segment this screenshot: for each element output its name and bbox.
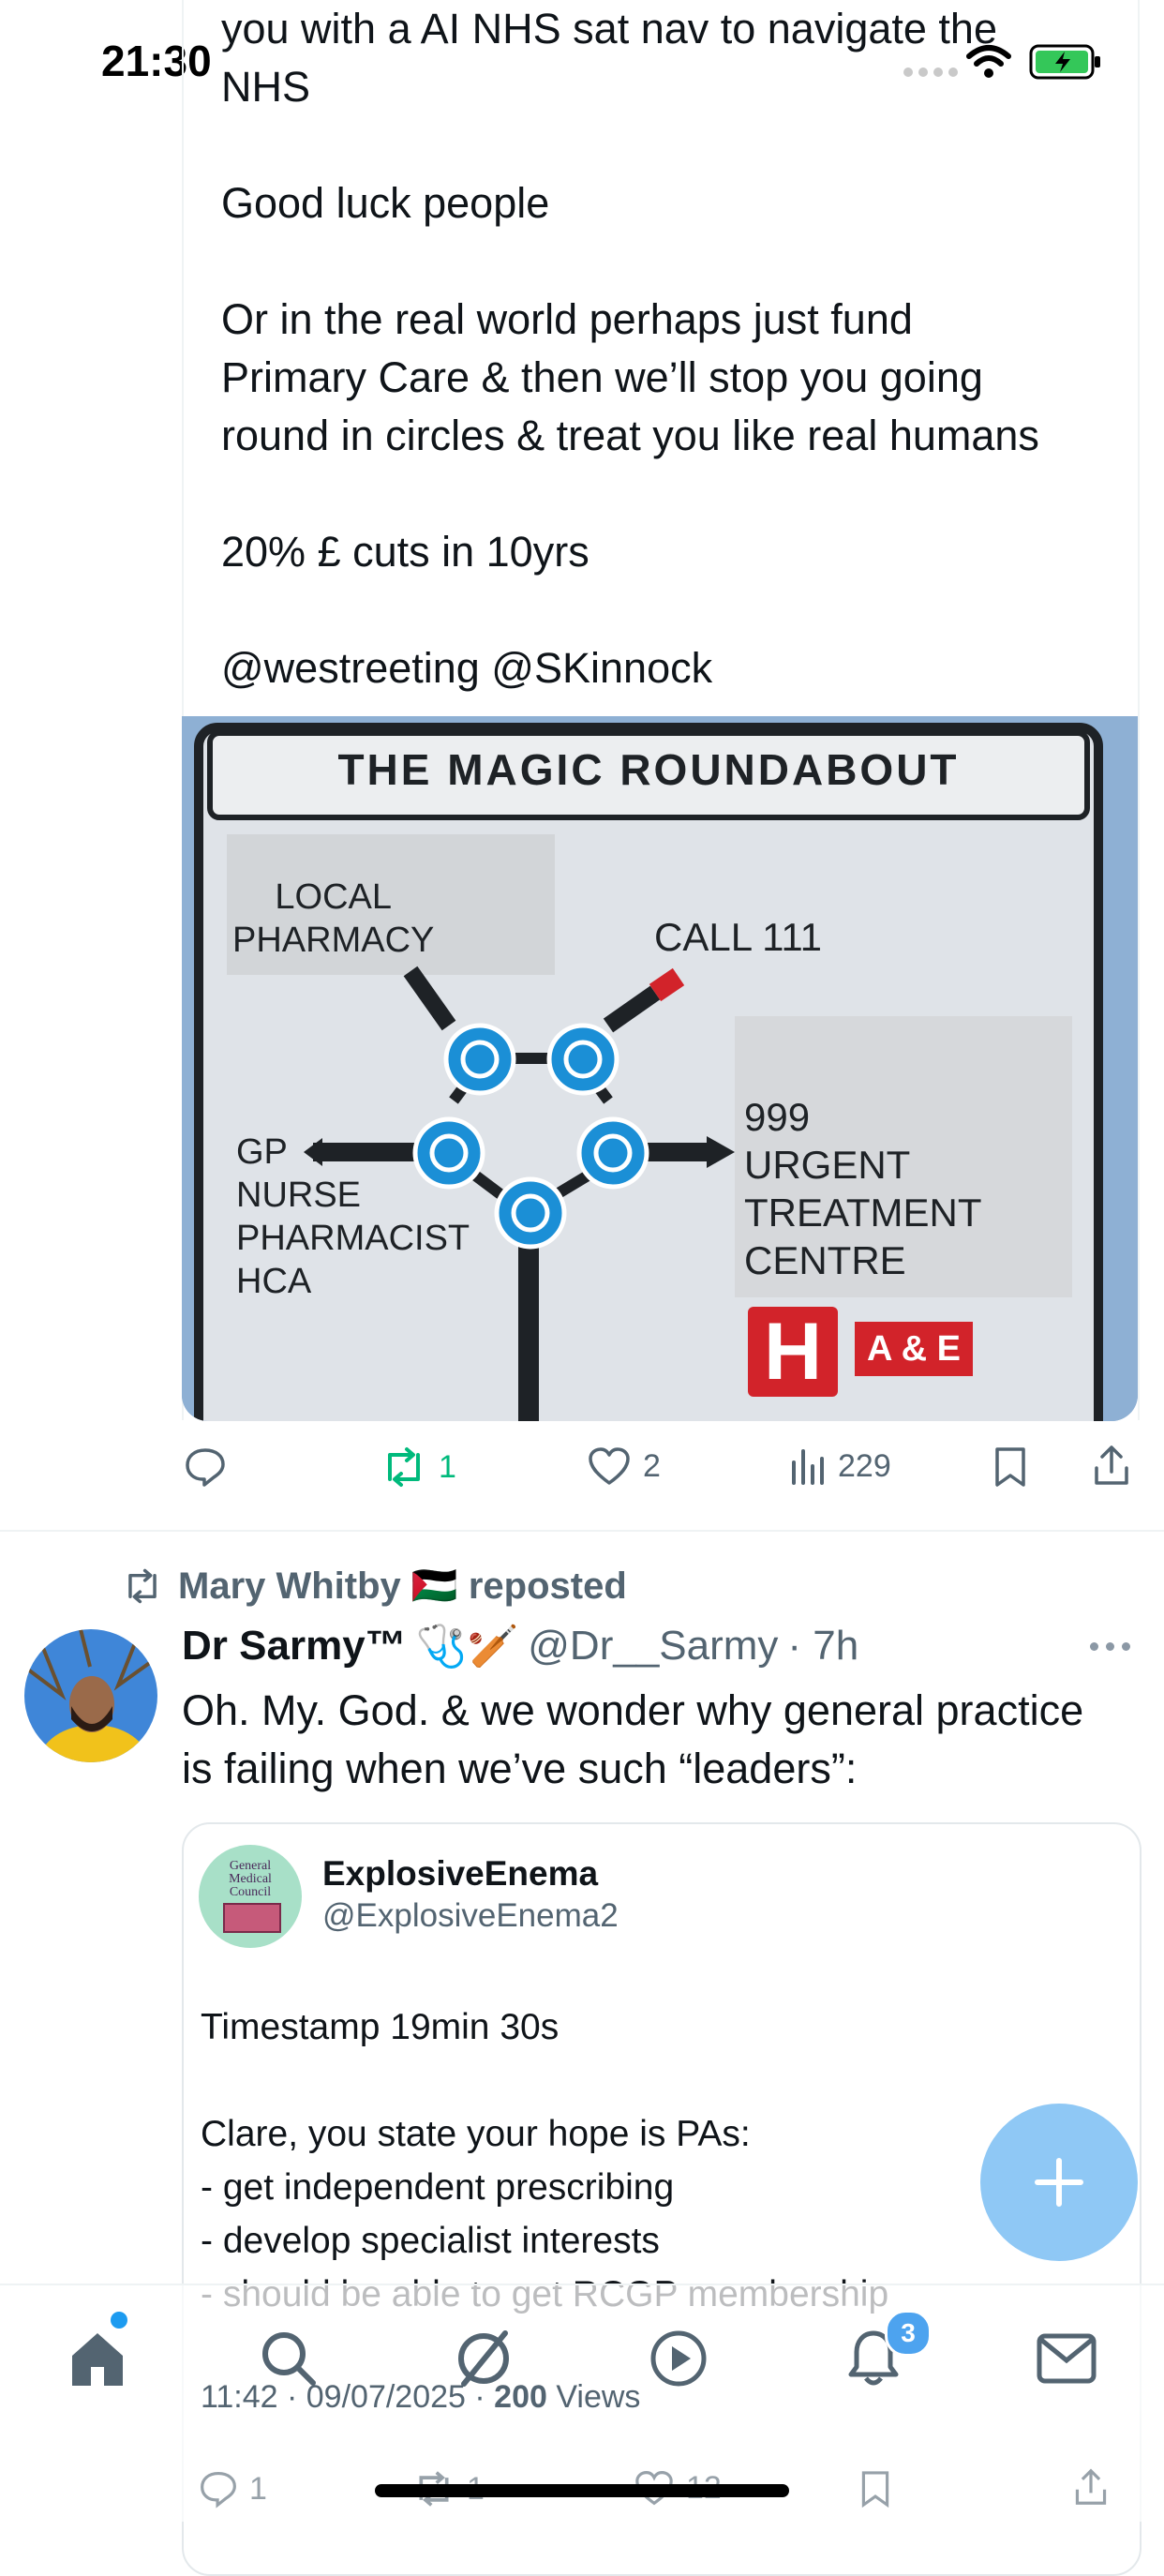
tweet-author-line[interactable]: Dr Sarmy™ 🩺🏏 @Dr__Sarmy · 7h — [182, 1622, 858, 1670]
quoted-author-name: ExplosiveEnema — [322, 1854, 599, 1893]
nav-messages[interactable] — [1031, 2323, 1102, 2394]
sign-title: THE MAGIC ROUNDABOUT — [337, 745, 960, 794]
sign-label-call-111: CALL 111 — [654, 915, 823, 959]
quoted-reply-count: 1 — [249, 2470, 267, 2507]
reposted-by-line[interactable]: Mary Whitby 🇵🇸 reposted — [120, 1564, 627, 1608]
author-name[interactable]: Dr Sarmy™ — [182, 1623, 407, 1670]
tweet-divider — [0, 1530, 1164, 1532]
quoted-author-handle: @ExplosiveEnema2 — [322, 1897, 619, 1934]
quoted-bookmark-button[interactable] — [858, 2469, 892, 2509]
nav-search[interactable] — [253, 2323, 324, 2394]
quoted-tweet-views-label: Views — [546, 2379, 641, 2415]
quoted-reply-button[interactable]: 1 — [199, 2469, 267, 2509]
more-options-icon[interactable] — [1090, 1642, 1130, 1651]
reposted-by-text: Mary Whitby 🇵🇸 reposted — [178, 1565, 627, 1607]
home-icon — [72, 2333, 123, 2386]
like-button[interactable]: 2 — [587, 1445, 661, 1487]
sign-hospital-letter: H — [763, 1306, 823, 1397]
compose-post-button[interactable] — [980, 2104, 1138, 2261]
bookmark-button[interactable] — [992, 1445, 1029, 1489]
quoted-avatar-logo-text: General Medical Council — [229, 1859, 272, 1899]
notification-badge: 3 — [885, 2310, 932, 2357]
quoted-share-button[interactable] — [1072, 2467, 1110, 2507]
repost-icon — [388, 1447, 420, 1487]
quoted-tweet-text: Timestamp 19min 30s Clare, you state you… — [201, 2007, 888, 2314]
share-icon — [1095, 1445, 1128, 1485]
search-icon — [262, 2332, 316, 2386]
sign-label-urgent-care: 999 URGENT TREATMENT CENTRE — [744, 1095, 982, 1282]
tweet-body-text: you with a AI NHS sat nav to navigate th… — [221, 5, 1039, 692]
bookmark-icon — [861, 2471, 889, 2509]
tweet-body-text: Oh. My. God. & we wonder why general pra… — [182, 1686, 1084, 1792]
tweet-timestamp: · 7h — [787, 1623, 859, 1669]
like-count: 2 — [643, 1447, 661, 1484]
reply-icon — [186, 1448, 225, 1487]
reply-icon — [201, 2471, 236, 2509]
repost-icon — [128, 1568, 157, 1603]
heart-icon — [589, 1447, 630, 1485]
nav-grok[interactable] — [448, 2323, 519, 2394]
sign-label-pharmacy: LOCAL PHARMACY — [232, 877, 435, 960]
tweet-image-magic-roundabout-sign[interactable]: THE MAGIC ROUNDABOUT LOCAL PHARMACY CALL… — [182, 716, 1138, 1421]
avatar[interactable] — [24, 1629, 157, 1762]
grok-icon — [458, 2330, 509, 2387]
analytics-icon — [792, 1449, 824, 1485]
play-icon — [650, 2330, 707, 2387]
repost-button[interactable]: 1 — [381, 1445, 456, 1489]
views-button[interactable]: 229 — [789, 1445, 891, 1487]
repost-count: 1 — [439, 1448, 456, 1485]
mail-icon — [1037, 2333, 1097, 2384]
thread-card-border — [1138, 0, 1140, 1420]
reply-button[interactable] — [184, 1445, 227, 1489]
plus-icon — [1035, 2158, 1083, 2207]
home-indicator[interactable] — [375, 2484, 789, 2497]
share-button[interactable] — [1091, 1444, 1132, 1487]
status-time: 21:30 — [101, 37, 212, 85]
quoted-avatar-crest — [223, 1903, 281, 1933]
author-emoji: 🩺🏏 — [415, 1624, 519, 1670]
author-handle[interactable]: @Dr__Sarmy — [528, 1623, 778, 1670]
view-count: 229 — [838, 1447, 891, 1484]
nav-home[interactable] — [62, 2323, 133, 2394]
sign-label-gp: GP NURSE PHARMACIST HCA — [236, 1132, 470, 1301]
nav-video[interactable] — [643, 2323, 714, 2394]
quoted-author-avatar: General Medical Council — [199, 1845, 302, 1948]
sign-ae-label: A & E — [867, 1328, 961, 1369]
bookmark-icon — [995, 1447, 1025, 1487]
share-icon — [1075, 2468, 1107, 2505]
home-unread-dot — [111, 2312, 127, 2329]
